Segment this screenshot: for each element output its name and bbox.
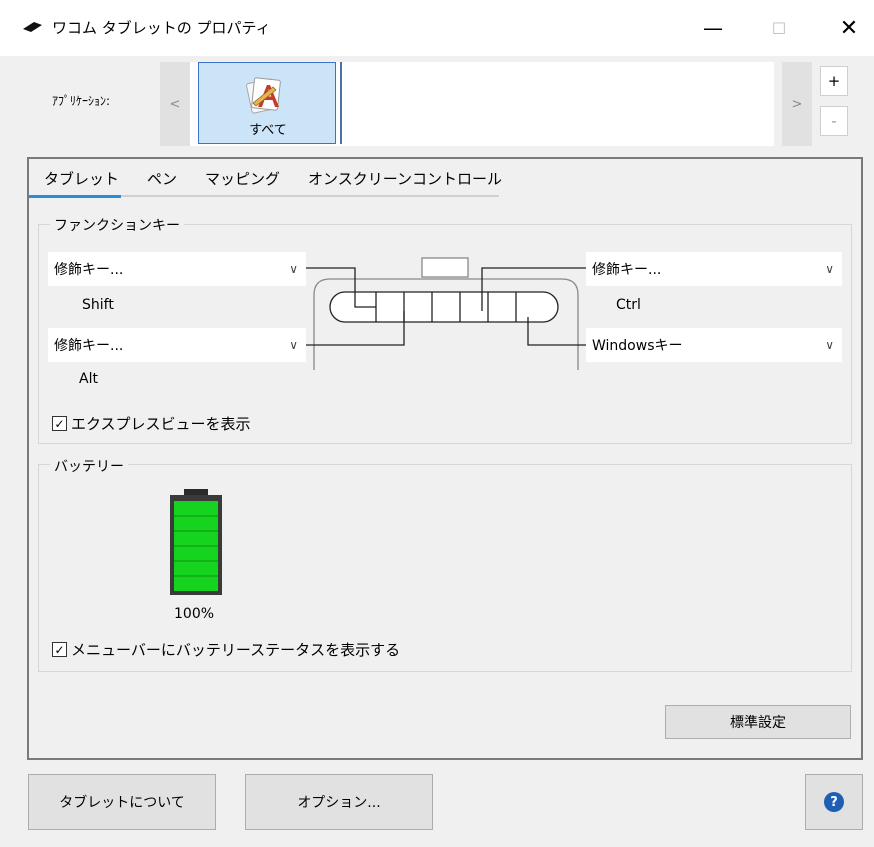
tab-mapping[interactable]: マッピング <box>205 168 280 195</box>
application-item-label: すべて <box>249 123 287 138</box>
application-label: ｱﾌﾟﾘｹｰｼｮﾝ: <box>52 94 111 108</box>
battery-title: バッテリー <box>50 456 128 476</box>
function-key-right-top-select[interactable]: 修飾キー... ∨ <box>586 252 842 286</box>
function-key-left-top-select[interactable]: 修飾キー... ∨ <box>48 252 306 286</box>
chevron-down-icon: ∨ <box>825 338 834 352</box>
function-key-left-top-caption: Shift <box>82 297 114 313</box>
chevron-down-icon: ∨ <box>289 262 298 276</box>
chevron-down-icon: ∨ <box>289 338 298 352</box>
battery-percentage: 100% <box>174 606 215 622</box>
application-prev-button[interactable]: < <box>160 62 190 146</box>
tab-pen[interactable]: ペン <box>147 168 177 195</box>
battery-icon <box>170 489 222 595</box>
tab-tablet[interactable]: タブレット <box>44 168 119 195</box>
all-applications-icon <box>246 77 281 114</box>
function-key-right-bottom-select[interactable]: Windowsキー ∨ <box>586 328 842 362</box>
active-tab-indicator <box>29 195 121 198</box>
function-key-left-bottom-caption: Alt <box>79 371 98 387</box>
select-value: Windowsキー <box>592 338 683 354</box>
select-value: 修飾キー... <box>54 262 124 278</box>
checkbox-checked-icon: ✓ <box>52 416 67 431</box>
checkbox-checked-icon: ✓ <box>52 642 67 657</box>
express-view-checkbox[interactable]: ✓ エクスプレスビューを表示 <box>52 413 251 434</box>
application-divider <box>340 62 342 144</box>
function-keys-title: ファンクションキー <box>50 215 184 235</box>
application-item-all[interactable]: すべて <box>198 62 336 144</box>
close-button[interactable]: ✕ <box>826 8 872 48</box>
add-application-button[interactable]: + <box>820 66 848 96</box>
tablet-diagram <box>306 257 586 370</box>
express-view-label: エクスプレスビューを表示 <box>71 415 251 433</box>
chevron-down-icon: ∨ <box>825 262 834 276</box>
restore-defaults-button[interactable]: 標準設定 <box>665 705 851 739</box>
battery-menubar-label: メニューバーにバッテリーステータスを表示する <box>71 641 401 659</box>
window-title: ワコム タブレットの プロパティ <box>52 19 271 37</box>
options-button[interactable]: オプション... <box>245 774 433 830</box>
select-value: 修飾キー... <box>54 338 124 354</box>
function-key-left-bottom-select[interactable]: 修飾キー... ∨ <box>48 328 306 362</box>
help-icon: ? <box>824 792 844 812</box>
about-tablet-button[interactable]: タブレットについて <box>28 774 216 830</box>
help-button[interactable]: ? <box>805 774 863 830</box>
select-value: 修飾キー... <box>592 262 662 278</box>
application-next-button[interactable]: > <box>782 62 812 146</box>
minimize-button[interactable]: — <box>690 8 736 48</box>
maximize-button[interactable]: ☐ <box>756 8 802 48</box>
battery-menubar-checkbox[interactable]: ✓ メニューバーにバッテリーステータスを表示する <box>52 639 400 660</box>
tablet-pen-icon <box>23 22 42 32</box>
tab-onscreen-controls[interactable]: オンスクリーンコントロール <box>308 168 502 195</box>
remove-application-button[interactable]: - <box>820 106 848 136</box>
tab-bar: タブレット ペン マッピング オンスクリーンコントロール <box>44 168 530 195</box>
function-key-right-top-caption: Ctrl <box>616 297 641 313</box>
